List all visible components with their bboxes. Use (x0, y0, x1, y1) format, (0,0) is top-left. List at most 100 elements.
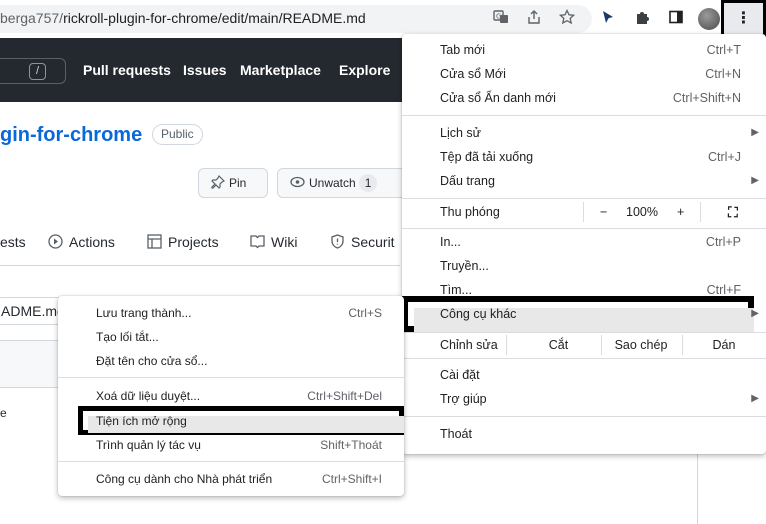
tab-pull-requests[interactable]: ests (0, 234, 26, 250)
unwatch-button[interactable]: Unwatch 1 (277, 168, 417, 198)
shield-icon (330, 234, 345, 250)
menu-item-shortcut: Ctrl+T (706, 43, 741, 57)
submenu-item-extensions[interactable]: Tiện ích mở rộng (58, 409, 404, 433)
menu-item-bookmarks[interactable]: Dấu trang ▶ (402, 169, 766, 193)
submenu-item-label: Tạo lối tắt... (96, 330, 159, 344)
tab-security[interactable]: Securit (330, 234, 395, 250)
nav-pull-requests[interactable]: Pull requests (83, 62, 171, 78)
copy-button[interactable]: Sao chép (601, 333, 681, 357)
menu-item-label: In... (440, 235, 461, 249)
menu-item-shortcut: Ctrl+J (708, 150, 741, 164)
menu-item-shortcut: Ctrl+P (705, 235, 741, 249)
editor-text: e (0, 406, 7, 420)
divider (700, 202, 701, 222)
zoom-in-button[interactable]: + (677, 200, 684, 224)
eye-icon (290, 169, 305, 197)
menu-separator (402, 115, 766, 116)
menu-item-label: Cài đặt (440, 368, 480, 382)
side-panel-icon[interactable] (666, 9, 686, 29)
submenu-item-clear-data[interactable]: Xoá dữ liệu duyệt... Ctrl+Shift+Del (58, 384, 404, 408)
file-name-input[interactable]: ADME.md (0, 297, 66, 325)
submenu-item-label: Đặt tên cho cửa sổ... (96, 354, 208, 368)
menu-item-more-tools[interactable]: Công cụ khác ▶ (402, 302, 766, 326)
tab-projects-label: Projects (168, 234, 219, 250)
book-icon (250, 234, 265, 250)
repo-name-link[interactable]: gin-for-chrome (0, 124, 142, 147)
submenu-item-shortcut: Ctrl+Shift+I (321, 472, 382, 486)
tab-wiki-label: Wiki (271, 234, 298, 250)
menu-item-edit: Chỉnh sửa Cắt Sao chép Dán (402, 333, 766, 357)
more-tools-submenu: Lưu trang thành... Ctrl+S Tạo lối tắt... … (58, 296, 404, 496)
more-menu-button[interactable]: ⋮ (721, 0, 766, 37)
tab-pull-requests-label: ests (0, 234, 26, 250)
menu-item-label: Cửa sổ Ẩn danh mới (440, 91, 556, 105)
menu-item-label: Chỉnh sửa (440, 338, 498, 352)
pin-button[interactable]: Pin (198, 168, 268, 198)
more-vert-icon: ⋮ (735, 10, 752, 27)
share-icon[interactable] (524, 9, 544, 29)
cut-button[interactable]: Cắt (506, 333, 611, 357)
submenu-item-shortcut: Ctrl+S (348, 306, 382, 320)
menu-item-shortcut: Ctrl+N (705, 67, 741, 81)
menu-item-incognito[interactable]: Cửa sổ Ẩn danh mới Ctrl+Shift+N (402, 86, 766, 110)
menu-separator (402, 228, 766, 229)
profile-avatar[interactable] (698, 8, 720, 30)
menu-item-zoom: Thu phóng − 100% + ⛶ (402, 200, 766, 224)
submenu-item-label: Lưu trang thành... (96, 306, 192, 320)
menu-item-downloads[interactable]: Tệp đã tải xuống Ctrl+J (402, 145, 766, 169)
submenu-item-create-shortcut[interactable]: Tạo lối tắt... (58, 325, 404, 349)
bookmark-star-icon[interactable] (557, 8, 577, 29)
menu-item-settings[interactable]: Cài đặt (402, 363, 766, 387)
menu-item-shortcut: Ctrl+Shift+N (672, 91, 741, 105)
play-circle-icon (48, 234, 63, 250)
menu-item-new-window[interactable]: Cửa sổ Mới Ctrl+N (402, 62, 766, 86)
search-input[interactable]: / (0, 58, 66, 84)
menu-item-label: Dấu trang (440, 174, 495, 188)
menu-item-new-tab[interactable]: Tab mới Ctrl+T (402, 38, 766, 62)
tab-projects[interactable]: Projects (147, 234, 219, 250)
menu-item-label: Tệp đã tải xuống (440, 150, 534, 164)
menu-item-label: Thoát (440, 427, 472, 441)
submenu-item-name-window[interactable]: Đặt tên cho cửa sổ... (58, 349, 404, 373)
menu-separator (58, 461, 404, 462)
unwatch-label: Unwatch (309, 176, 356, 190)
address-bar[interactable]: berga757/rickroll-plugin-for-chrome/edit… (0, 5, 592, 33)
submenu-item-dev-tools[interactable]: Công cụ dành cho Nhà phát triển Ctrl+Shif… (58, 467, 404, 491)
menu-separator (58, 377, 404, 378)
translate-icon[interactable]: G (491, 9, 511, 29)
menu-item-help[interactable]: Trợ giúp ▶ (402, 387, 766, 411)
submenu-item-label: Công cụ dành cho Nhà phát triển (96, 472, 273, 486)
submenu-item-task-manager[interactable]: Trình quản lý tác vụ Shift+Thoát (58, 433, 404, 457)
url-path: rickroll-plugin-for-chrome/edit/main/REA… (63, 10, 366, 26)
zoom-out-button[interactable]: − (600, 200, 607, 224)
submenu-item-label: Xoá dữ liệu duyệt... (96, 389, 201, 403)
tab-wiki[interactable]: Wiki (250, 234, 297, 250)
paste-button[interactable]: Dán (682, 333, 766, 357)
nav-marketplace[interactable]: Marketplace (240, 62, 321, 78)
screen: berga757/rickroll-plugin-for-chrome/edit… (0, 0, 766, 524)
nav-explore[interactable]: Explore (339, 62, 390, 78)
watch-count: 1 (358, 174, 378, 192)
submenu-item-save-page[interactable]: Lưu trang thành... Ctrl+S (58, 301, 404, 325)
fullscreen-icon[interactable]: ⛶ (728, 200, 738, 224)
divider (583, 202, 584, 222)
browser-toolbar: berga757/rickroll-plugin-for-chrome/edit… (0, 0, 766, 38)
menu-item-history[interactable]: Lịch sử ▶ (402, 121, 766, 145)
menu-item-label: Truyền... (440, 259, 489, 273)
submenu-item-label: Trình quản lý tác vụ (96, 438, 201, 452)
table-icon (147, 234, 162, 250)
tab-security-label: Securit (351, 234, 395, 250)
submenu-item-shortcut: Ctrl+Shift+Del (307, 389, 382, 403)
nav-issues[interactable]: Issues (183, 62, 227, 78)
puzzle-icon[interactable] (633, 9, 653, 29)
menu-item-exit[interactable]: Thoát (402, 422, 766, 446)
menu-item-print[interactable]: In... Ctrl+P (402, 230, 766, 254)
chevron-right-icon: ▶ (751, 127, 759, 138)
menu-item-cast[interactable]: Truyền... (402, 254, 766, 278)
tab-actions[interactable]: Actions (48, 234, 115, 250)
menu-item-label: Cửa sổ Mới (440, 67, 506, 81)
cursor-extension-icon[interactable] (598, 9, 618, 29)
url-text: berga757/rickroll-plugin-for-chrome/edit… (0, 10, 366, 26)
menu-separator (402, 198, 766, 199)
repo-tabs: ests Actions Projects Wiki Securit (0, 218, 400, 266)
